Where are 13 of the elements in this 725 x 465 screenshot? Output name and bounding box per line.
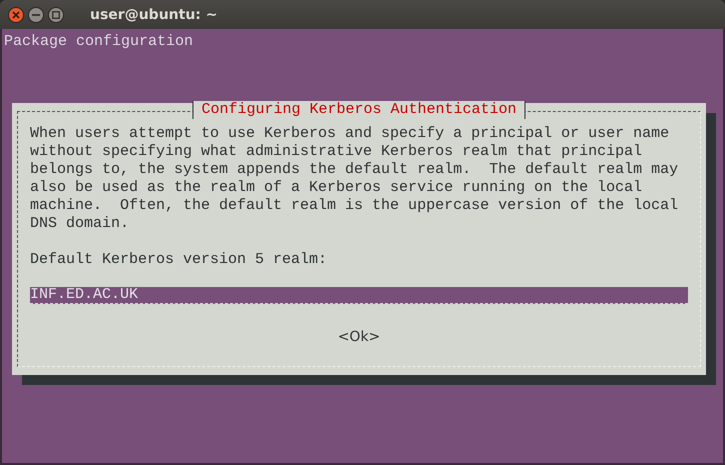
window-title: user@ubuntu: ~ [90, 6, 218, 22]
close-button[interactable] [8, 6, 24, 22]
ok-button[interactable]: <Ok> [338, 328, 380, 346]
dialog-title: Configuring Kerberos Authentication [192, 101, 526, 119]
minimize-button[interactable] [28, 6, 44, 22]
maximize-button[interactable] [48, 6, 64, 22]
maximize-icon [52, 10, 60, 18]
prompt-label: Default Kerberos version 5 realm: [30, 251, 328, 269]
terminal-header: Package configuration [4, 33, 194, 51]
realm-field[interactable]: INF.ED.AC.UK [30, 287, 688, 304]
description-text: When users attempt to use Kerberos and specify a principal or user name without specifying what administrative Kerberos realm that principal belongs to, the system appends the default realm. The default realm may also be used as the realm of a Kerberos service running on the local machine. Often, the default realm is the uppercase version of the local DNS domain. [30, 125, 678, 233]
minimize-icon [32, 14, 40, 16]
close-icon [12, 10, 20, 18]
